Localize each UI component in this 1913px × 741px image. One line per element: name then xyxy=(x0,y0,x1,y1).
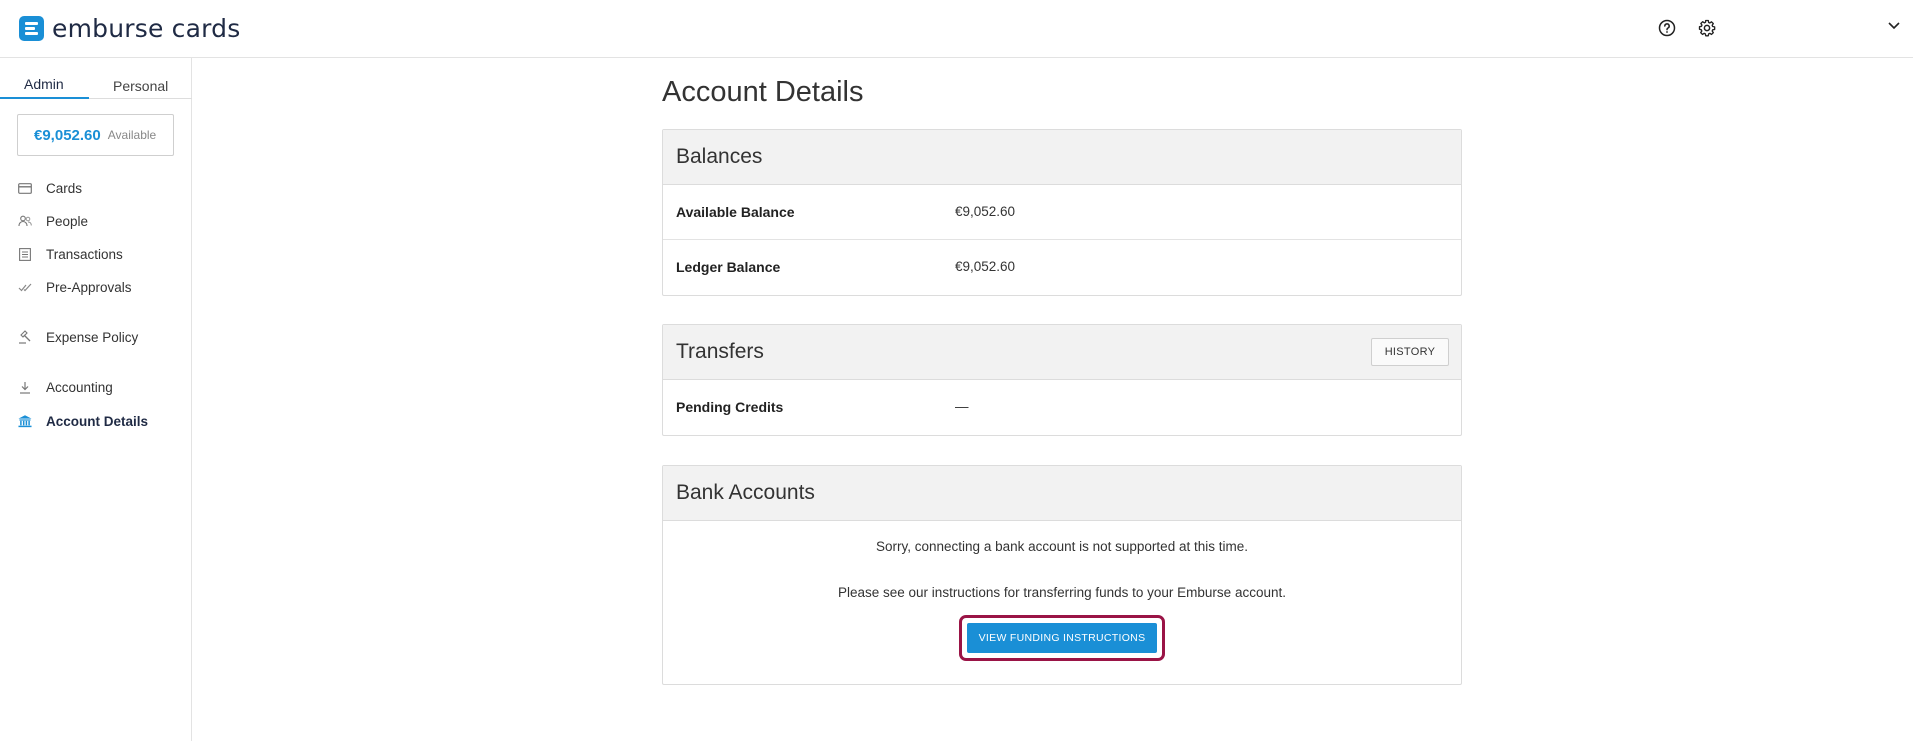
sidebar-item-label: Cards xyxy=(46,180,83,196)
card-icon xyxy=(18,181,32,195)
sidebar-item-account-details[interactable]: Account Details xyxy=(18,411,148,431)
check-icon xyxy=(18,280,32,294)
sidebar-item-transactions[interactable]: Transactions xyxy=(18,244,123,264)
active-tab-indicator xyxy=(0,97,89,99)
ledger-balance-label: Ledger Balance xyxy=(676,259,781,275)
transfers-card: Transfers HISTORY Pending Credits — xyxy=(662,324,1462,436)
sidebar-item-pre-approvals[interactable]: Pre-Approvals xyxy=(18,277,132,297)
sidebar-item-label: Expense Policy xyxy=(46,329,139,345)
tab-admin[interactable]: Admin xyxy=(24,76,64,92)
transfers-card-title: Transfers xyxy=(676,340,764,363)
pending-credits-value: — xyxy=(955,399,969,414)
available-balance-label: Available xyxy=(107,128,157,142)
gear-icon[interactable] xyxy=(1697,18,1717,38)
bank-icon xyxy=(18,414,32,428)
sidebar-item-label: Pre-Approvals xyxy=(46,279,132,295)
bank-accounts-body: Sorry, connecting a bank account is not … xyxy=(663,521,1461,684)
sidebar-item-label: Accounting xyxy=(46,379,113,395)
bank-accounts-card-title: Bank Accounts xyxy=(676,481,815,504)
balances-card-header: Balances xyxy=(663,130,1461,185)
chevron-down-icon[interactable] xyxy=(1887,18,1901,30)
sidebar: Admin Personal €9,052.60 Available Cards… xyxy=(0,58,192,741)
sidebar-item-cards[interactable]: Cards xyxy=(18,178,82,198)
table-row: Ledger Balance €9,052.60 xyxy=(663,240,1461,295)
funding-button-highlight: VIEW FUNDING INSTRUCTIONS xyxy=(959,615,1165,661)
available-balance-label: Available Balance xyxy=(676,204,795,220)
bank-accounts-card: Bank Accounts Sorry, connecting a bank a… xyxy=(662,465,1462,685)
balances-card-title: Balances xyxy=(676,145,763,168)
role-tabs: Admin Personal xyxy=(0,76,192,99)
brand-logo[interactable]: emburse cards xyxy=(19,13,241,43)
page-title: Account Details xyxy=(662,76,864,108)
download-icon xyxy=(18,380,32,394)
balances-card: Balances Available Balance €9,052.60 Led… xyxy=(662,129,1462,296)
sidebar-item-people[interactable]: People xyxy=(18,211,88,231)
emburse-logo-icon xyxy=(19,15,44,41)
available-balance-amount: €9,052.60 xyxy=(34,126,101,144)
table-row: Available Balance €9,052.60 xyxy=(663,185,1461,240)
available-balance-value: €9,052.60 xyxy=(955,204,1016,219)
top-header: emburse cards xyxy=(0,0,1913,58)
tab-personal[interactable]: Personal xyxy=(113,78,168,94)
pending-credits-label: Pending Credits xyxy=(676,399,784,415)
sidebar-item-label: Account Details xyxy=(46,413,149,429)
sidebar-item-accounting[interactable]: Accounting xyxy=(18,377,113,397)
history-button[interactable]: HISTORY xyxy=(1371,338,1449,366)
available-balance-box: €9,052.60 Available xyxy=(17,114,174,156)
ledger-balance-value: €9,052.60 xyxy=(955,259,1016,274)
bank-not-supported-message: Sorry, connecting a bank account is not … xyxy=(876,539,1248,554)
brand-name: emburse cards xyxy=(52,13,241,43)
funding-instructions-message: Please see our instructions for transfer… xyxy=(838,585,1286,600)
sidebar-item-expense-policy[interactable]: Expense Policy xyxy=(18,327,138,347)
bank-accounts-card-header: Bank Accounts xyxy=(663,466,1461,521)
transfers-card-header: Transfers HISTORY xyxy=(663,325,1461,380)
sidebar-item-label: Transactions xyxy=(46,246,123,262)
help-icon[interactable] xyxy=(1657,18,1677,38)
table-row: Pending Credits — xyxy=(663,380,1461,435)
list-icon xyxy=(18,247,32,261)
sidebar-item-label: People xyxy=(46,213,89,229)
people-icon xyxy=(18,214,32,228)
view-funding-instructions-button[interactable]: VIEW FUNDING INSTRUCTIONS xyxy=(967,623,1157,653)
tab-divider xyxy=(89,98,192,99)
gavel-icon xyxy=(18,330,32,344)
